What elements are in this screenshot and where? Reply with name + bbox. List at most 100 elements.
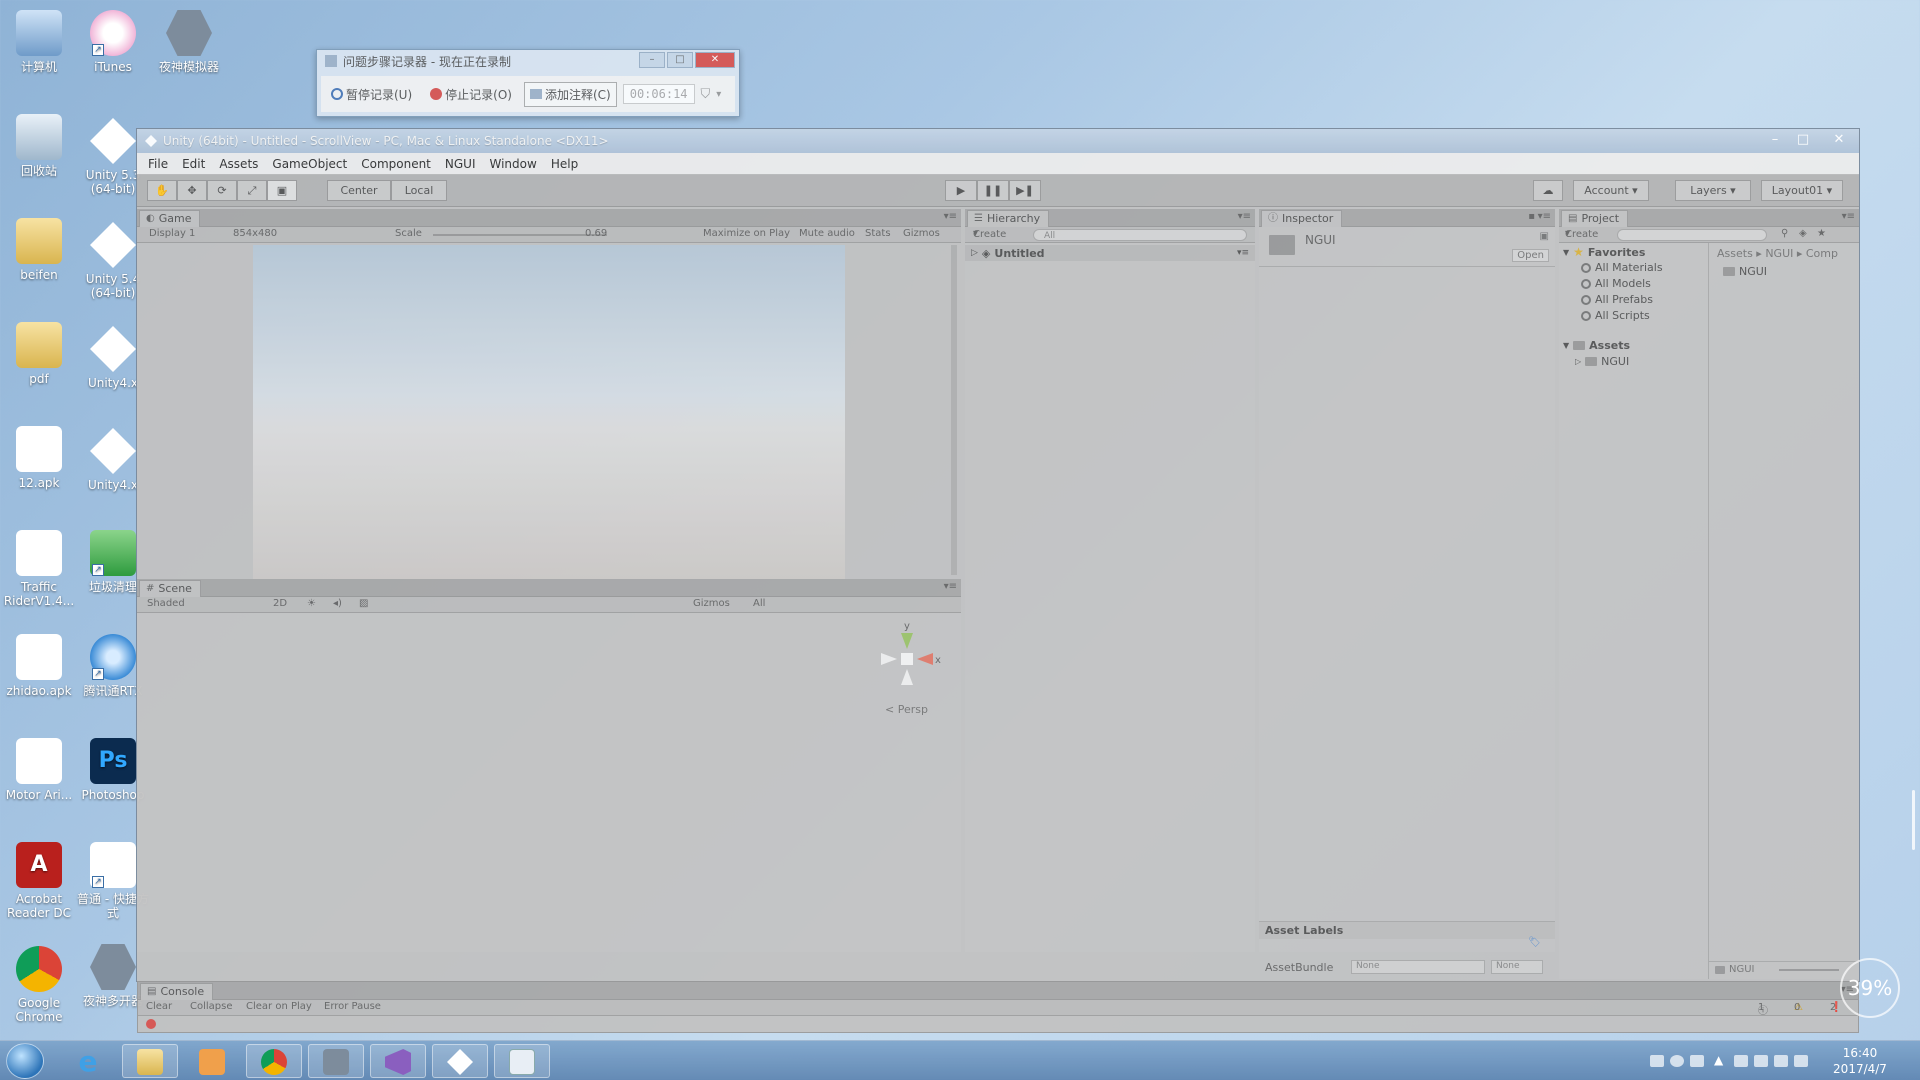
panel-menu-icon[interactable]: ▾≡ bbox=[1842, 211, 1855, 222]
mute-audio-toggle[interactable]: Mute audio bbox=[799, 228, 855, 239]
favorites-node[interactable]: ▼ ★ Favorites bbox=[1563, 245, 1645, 259]
taskbar-ie[interactable]: e bbox=[60, 1044, 116, 1078]
audio-icon[interactable]: ◂) bbox=[333, 598, 342, 609]
desktop-icon-computer[interactable]: 计算机 bbox=[0, 10, 78, 74]
assetbundle-dropdown[interactable]: None bbox=[1351, 960, 1485, 974]
gizmos-dropdown[interactable]: Gizmos bbox=[903, 228, 940, 239]
filter-type-icon[interactable]: ⚲ bbox=[1781, 228, 1788, 239]
speed-meter-widget[interactable]: 39% bbox=[1840, 958, 1900, 1018]
console-collapse-toggle[interactable]: Collapse bbox=[190, 1001, 233, 1012]
unity-titlebar[interactable]: Unity (64bit) - Untitled - ScrollView - … bbox=[137, 129, 1859, 153]
desktop-icon-motor[interactable]: Motor Ari... bbox=[0, 738, 78, 802]
lighting-icon[interactable]: ☀ bbox=[307, 598, 316, 609]
maximize-button[interactable]: □ bbox=[667, 52, 693, 68]
rect-tool-button[interactable]: ▣ bbox=[267, 180, 297, 201]
scale-slider[interactable] bbox=[433, 234, 607, 236]
menu-help[interactable]: Help bbox=[544, 157, 585, 171]
favorite-all-prefabs[interactable]: All Prefabs bbox=[1581, 293, 1653, 306]
panel-menu-icon[interactable]: ▾≡ bbox=[1538, 211, 1551, 222]
desktop-icon-beifen[interactable]: beifen bbox=[0, 218, 78, 282]
console-clear-on-play-toggle[interactable]: Clear on Play bbox=[246, 1001, 312, 1012]
scene-options-icon[interactable]: ▾≡ bbox=[1237, 248, 1249, 258]
project-create-dropdown[interactable]: Create ▾ bbox=[1565, 228, 1598, 240]
desktop-icon-12apk[interactable]: 12.apk bbox=[0, 426, 78, 490]
pivot-local-button[interactable]: Local bbox=[391, 180, 447, 201]
network-icon[interactable] bbox=[1754, 1055, 1768, 1067]
close-button[interactable]: ✕ bbox=[1827, 131, 1851, 149]
scene-search-input[interactable]: All bbox=[753, 598, 765, 609]
inspector-settings-icon[interactable]: ▣ bbox=[1540, 231, 1549, 242]
desktop-icon-itunes[interactable]: ↗ iTunes bbox=[74, 10, 152, 74]
project-search-input[interactable] bbox=[1617, 229, 1767, 241]
tab-inspector[interactable]: ⓘ Inspector bbox=[1261, 210, 1343, 227]
pause-record-button[interactable]: 暂停记录(U) bbox=[325, 82, 418, 107]
shading-mode-dropdown[interactable]: Shaded bbox=[147, 598, 185, 609]
panel-menu-icon[interactable]: ▾≡ bbox=[1238, 211, 1251, 222]
favorite-all-scripts[interactable]: All Scripts bbox=[1581, 309, 1650, 322]
taskbar-explorer[interactable] bbox=[122, 1044, 178, 1078]
game-scrollbar[interactable] bbox=[951, 245, 957, 575]
panel-menu-icon[interactable]: ▾≡ bbox=[944, 581, 957, 592]
menu-ngui[interactable]: NGUI bbox=[438, 157, 483, 171]
favorite-all-materials[interactable]: All Materials bbox=[1581, 261, 1663, 274]
desktop-icon-recycle-bin[interactable]: 回收站 bbox=[0, 114, 78, 178]
maximize-button[interactable]: □ bbox=[1791, 131, 1815, 149]
tray-expand-icon[interactable]: ▲ bbox=[1714, 1053, 1723, 1067]
assets-ngui-node[interactable]: ▷ NGUI bbox=[1575, 355, 1629, 368]
desktop-edge-handle[interactable] bbox=[1912, 790, 1915, 850]
scene-gizmos-dropdown[interactable]: Gizmos bbox=[693, 598, 730, 609]
taskbar-chrome[interactable] bbox=[246, 1044, 302, 1078]
tab-scene[interactable]: # Scene bbox=[139, 580, 201, 597]
start-button[interactable] bbox=[6, 1043, 44, 1079]
desktop-icon-pdf[interactable]: pdf bbox=[0, 322, 78, 386]
pivot-center-button[interactable]: Center bbox=[327, 180, 391, 201]
expand-arrow-icon[interactable]: ▷ bbox=[971, 248, 978, 258]
console-error-pause-toggle[interactable]: Error Pause bbox=[324, 1001, 381, 1012]
tag-icon[interactable]: 🏷 bbox=[1528, 937, 1541, 948]
open-button[interactable]: Open bbox=[1512, 249, 1549, 262]
tab-hierarchy[interactable]: ☰ Hierarchy bbox=[967, 210, 1050, 227]
pause-button[interactable]: ❚❚ bbox=[977, 180, 1009, 201]
hierarchy-create-dropdown[interactable]: Create ▾ bbox=[973, 228, 1006, 240]
star-filter-icon[interactable]: ★ bbox=[1817, 228, 1826, 239]
assets-node[interactable]: ▼ Assets bbox=[1563, 339, 1630, 352]
flag-icon[interactable] bbox=[1774, 1055, 1788, 1067]
taskbar-clock[interactable]: 16:40 2017/4/7 bbox=[1820, 1045, 1900, 1077]
hierarchy-search-input[interactable]: All bbox=[1033, 229, 1247, 241]
move-tool-button[interactable]: ✥ bbox=[177, 180, 207, 201]
layers-dropdown[interactable]: Layers ▾ bbox=[1675, 180, 1751, 201]
minimize-button[interactable]: – bbox=[1763, 131, 1787, 149]
assetbundle-variant-dropdown[interactable]: None bbox=[1491, 960, 1543, 974]
menu-edit[interactable]: Edit bbox=[175, 157, 212, 171]
taskbar-visual-studio[interactable] bbox=[370, 1044, 426, 1078]
help-icon[interactable]: ⛉ bbox=[701, 87, 711, 102]
project-content-item[interactable]: NGUI bbox=[1723, 265, 1767, 278]
tab-project[interactable]: ▤ Project bbox=[1561, 210, 1629, 227]
layout-dropdown[interactable]: Layout01 ▾ bbox=[1761, 180, 1843, 201]
mode-2d-toggle[interactable]: 2D bbox=[273, 598, 287, 609]
persp-label[interactable]: < Persp bbox=[885, 703, 928, 716]
project-breadcrumb[interactable]: Assets ▸ NGUI ▸ Comp bbox=[1717, 247, 1857, 260]
desktop-icon-acrobat[interactable]: A Acrobat Reader DC bbox=[0, 842, 78, 920]
volume-icon[interactable] bbox=[1794, 1055, 1808, 1067]
icon-size-slider[interactable] bbox=[1779, 969, 1839, 971]
tab-game[interactable]: ◐ Game bbox=[139, 210, 201, 227]
security-shield-icon[interactable] bbox=[1734, 1055, 1748, 1067]
hand-tool-button[interactable]: ✋ bbox=[147, 180, 177, 201]
taskbar-nox[interactable] bbox=[308, 1044, 364, 1078]
rotate-tool-button[interactable]: ⟳ bbox=[207, 180, 237, 201]
close-button[interactable]: ✕ bbox=[695, 52, 735, 68]
maximize-on-play-toggle[interactable]: Maximize on Play bbox=[703, 228, 790, 239]
desktop-icon-traffic-rider[interactable]: Traffic RiderV1.4... bbox=[0, 530, 78, 608]
effects-icon[interactable]: ▨ bbox=[359, 598, 368, 609]
expand-arrow-icon[interactable]: ▷ bbox=[1575, 357, 1581, 366]
play-button[interactable]: ▶ bbox=[945, 180, 977, 201]
ime-icon[interactable] bbox=[1690, 1055, 1704, 1067]
scene-view-canvas[interactable]: y x < Persp bbox=[137, 613, 961, 952]
menu-gameobject[interactable]: GameObject bbox=[265, 157, 354, 171]
expand-arrow-icon[interactable]: ▼ bbox=[1563, 341, 1569, 350]
console-status-line[interactable] bbox=[146, 1018, 546, 1030]
taskbar-steps-recorder[interactable] bbox=[494, 1044, 550, 1078]
menu-window[interactable]: Window bbox=[483, 157, 544, 171]
hierarchy-scene-root[interactable]: ▷ ◈ Untitled ▾≡ bbox=[965, 245, 1255, 261]
